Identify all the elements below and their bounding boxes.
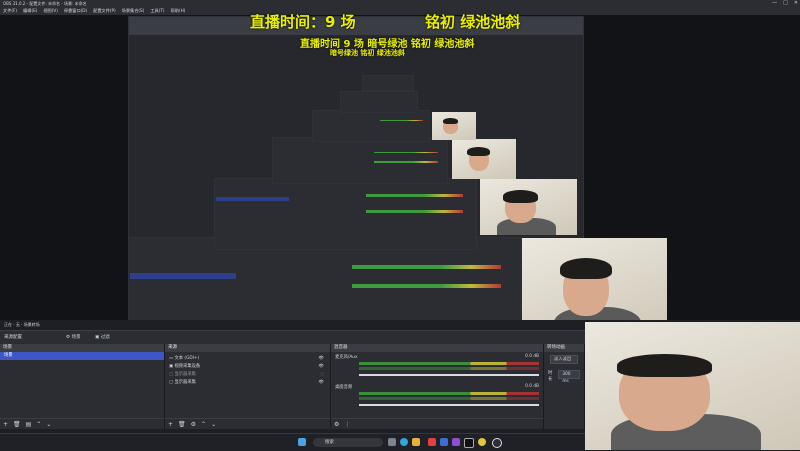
app-icon-blue[interactable] xyxy=(440,438,448,446)
taskbar-search-input[interactable]: 搜索 xyxy=(313,438,383,447)
nested-capture-level-5 xyxy=(312,110,430,142)
scenes-header: 场景 xyxy=(0,344,164,352)
mic-level-meter xyxy=(359,362,539,365)
add-icon[interactable]: + xyxy=(3,421,8,428)
close-button[interactable]: ✕ xyxy=(794,0,798,7)
app-icon-dark[interactable] xyxy=(464,438,474,448)
eye-icon[interactable]: 👁 xyxy=(319,363,324,371)
source-item-text[interactable]: ▭ 文本 (GDI+) 👁 xyxy=(165,355,330,363)
gear-icon[interactable]: ⚙ xyxy=(191,421,196,428)
menu-file[interactable]: 文件(F) xyxy=(3,7,17,15)
filter-icon: ▣ xyxy=(95,335,100,340)
audio-mixer-panel: 混音器 麦克风/Aux 0.0 dB 桌面音频 0.0 dB ⚙ ⋮ xyxy=(331,344,544,429)
desktop-level-meter-2 xyxy=(359,397,539,400)
fade-transition-select[interactable]: 淡入淡出 xyxy=(550,355,578,364)
mic-volume-slider[interactable] xyxy=(359,374,539,376)
menu-help[interactable]: 帮助(H) xyxy=(171,7,186,15)
nested-webcam-tiny xyxy=(432,112,476,140)
windows-taskbar: 搜索 xyxy=(0,433,585,451)
app-icon-purple[interactable] xyxy=(452,438,460,446)
scenes-footer: + 🗑 ▤ ⌃ ⌄ xyxy=(0,418,164,429)
eye-icon[interactable]: 👁 xyxy=(319,355,324,363)
overlay-line1-left: 直播时间：9 场 xyxy=(250,13,356,31)
obs-icon[interactable] xyxy=(492,438,502,448)
task-view-icon[interactable] xyxy=(388,438,396,446)
sources-footer: + 🗑 ⚙ ⌃ ⌄ xyxy=(165,418,330,429)
menu-tools[interactable]: 工具(T) xyxy=(150,7,164,15)
webcam-feed xyxy=(585,322,800,450)
mixer-channel-mic: 麦克风/Aux 0.0 dB xyxy=(335,354,539,360)
menu-view[interactable]: 视图(V) xyxy=(43,7,58,15)
trash-icon[interactable]: 🗑 xyxy=(178,421,186,428)
scenes-panel: 场景 场景 + 🗑 ▤ ⌃ ⌄ xyxy=(0,344,165,429)
transitions-header: 转场动画 xyxy=(544,344,584,352)
menu-profile[interactable]: 配置文件(P) xyxy=(93,7,116,15)
windows-start-icon[interactable] xyxy=(298,438,306,446)
move-down-icon[interactable]: ⌄ xyxy=(211,421,216,428)
sources-panel: 来源 ▭ 文本 (GDI+) 👁 ▣ 视频采集设备 👁 ▢ 显示器采集 ◌ ▢ 显示器… xyxy=(165,344,331,429)
move-up-icon[interactable]: ⌃ xyxy=(201,421,206,428)
overlay-line1-right: 铭初 绿池池斜 xyxy=(425,13,521,31)
move-up-icon[interactable]: ⌃ xyxy=(36,421,41,428)
desktop-level-meter xyxy=(359,392,539,395)
source-item-display-1[interactable]: ▢ 显示器采集 ◌ xyxy=(165,371,330,379)
file-explorer-icon[interactable] xyxy=(412,438,420,446)
nested-capture-level-6 xyxy=(340,91,418,113)
app-icon-yellow[interactable] xyxy=(478,438,486,446)
eye-icon[interactable]: 👁 xyxy=(319,379,324,387)
minimize-button[interactable]: — xyxy=(772,0,777,7)
nested-capture-level-7 xyxy=(362,75,414,91)
nested-webcam-medium xyxy=(480,179,577,235)
nested-capture-level-3 xyxy=(214,178,477,250)
mixer-footer: ⚙ ⋮ xyxy=(331,418,543,429)
nested-webcam-small xyxy=(452,139,516,179)
trash-icon[interactable]: 🗑 xyxy=(13,421,21,428)
properties-icon[interactable]: ▤ xyxy=(26,421,32,428)
mixer-header: 混音器 xyxy=(331,344,543,352)
transitions-panel: 转场动画 淡入淡出 时长 300 ms xyxy=(544,344,585,429)
window-title: OBS 31.0.2 - 配置文件: 未命名 - 场景: 未命名 xyxy=(3,1,87,6)
scene-filter-button[interactable]: ⚙ 场景 xyxy=(66,331,80,345)
menu-docks[interactable]: 停靠窗口(D) xyxy=(64,7,87,15)
mixer-settings-icon[interactable]: ⚙ xyxy=(334,421,339,428)
mic-level-meter-2 xyxy=(359,367,539,370)
overlay-line3: 暗号绿池 铭初 绿池池斜 xyxy=(330,49,405,57)
desktop-volume-slider[interactable] xyxy=(359,404,539,406)
edge-icon[interactable] xyxy=(400,438,408,446)
source-item-display-2[interactable]: ▢ 显示器采集 👁 xyxy=(165,379,330,387)
duration-input[interactable]: 300 ms xyxy=(558,370,580,384)
scene-item[interactable]: 场景 xyxy=(0,352,164,360)
sources-header: 来源 xyxy=(165,344,330,352)
preview-canvas[interactable]: 直播时间：9 场 铭初 绿池池斜 直播时间 9 场 暗号绿池 铭初 绿池池斜 暗… xyxy=(0,13,800,336)
window-controls: — □ ✕ xyxy=(772,0,798,7)
nested-capture-level-4 xyxy=(272,137,448,184)
gear-icon: ⚙ xyxy=(66,335,71,340)
more-icon[interactable]: ⋮ xyxy=(344,421,350,428)
eye-closed-icon[interactable]: ◌ xyxy=(320,371,324,379)
filters-button[interactable]: ▣ 过滤 xyxy=(95,331,110,345)
title-bar: OBS 31.0.2 - 配置文件: 未命名 - 场景: 未命名 — □ ✕ xyxy=(0,0,800,7)
duration-label: 时长 xyxy=(548,371,553,382)
menu-edit[interactable]: 编辑(E) xyxy=(23,7,37,15)
menu-scene-collection[interactable]: 场景集合(S) xyxy=(122,7,145,15)
app-icon-red[interactable] xyxy=(428,438,436,446)
source-config-label: 来源配置 xyxy=(4,335,22,340)
maximize-button[interactable]: □ xyxy=(783,0,788,7)
menu-bar: 文件(F) 编辑(E) 视图(V) 停靠窗口(D) 配置文件(P) 场景集合(S… xyxy=(0,7,800,15)
add-icon[interactable]: + xyxy=(168,421,173,428)
source-item-camera[interactable]: ▣ 视频采集设备 👁 xyxy=(165,363,330,371)
move-down-icon[interactable]: ⌄ xyxy=(46,421,51,428)
status-text: 正在 · 无 · 场景转场 xyxy=(4,322,40,327)
mixer-channel-desktop: 桌面音频 0.0 dB xyxy=(335,384,539,390)
